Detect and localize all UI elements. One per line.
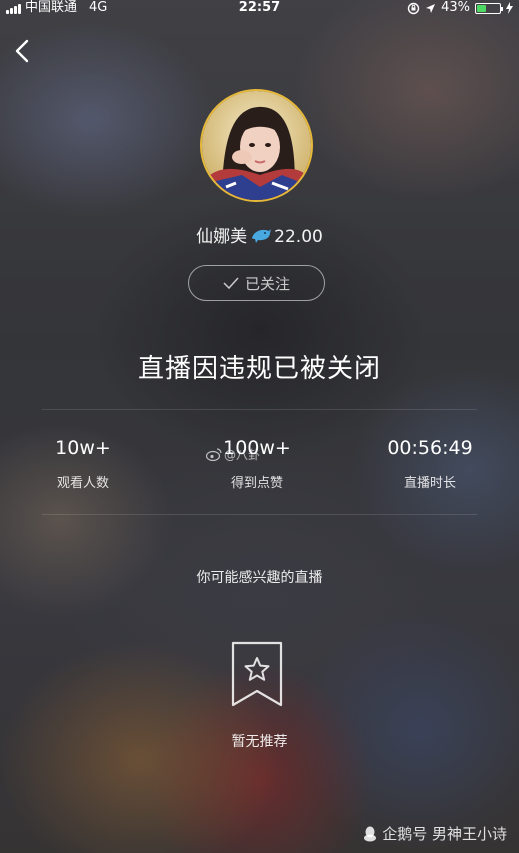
no-recommendation-text: 暂无推荐 — [231, 734, 288, 750]
divider-bottom — [42, 514, 477, 515]
avatar[interactable] — [200, 89, 313, 202]
stat-label: 观看人数 — [56, 476, 109, 491]
weibo-icon — [206, 448, 222, 461]
live-closed-title: 直播因违规已被关闭 — [137, 354, 381, 384]
weibo-watermark: @八卦 — [206, 446, 260, 463]
battery-icon — [475, 2, 503, 14]
charging-icon — [506, 2, 513, 14]
follow-label: 已关注 — [244, 274, 290, 293]
stat-value: 00:56:49 — [387, 437, 473, 459]
weibo-watermark-text: @八卦 — [224, 448, 261, 462]
footer-watermark-text: 企鹅号 男神王小诗 — [382, 825, 507, 843]
streamer-name: 仙娜美 — [196, 227, 248, 247]
qq-penguin-icon — [364, 826, 377, 841]
chevron-left-icon — [15, 39, 29, 63]
status-right: 43% — [407, 0, 513, 16]
battery-fill — [477, 4, 486, 12]
divider-top — [42, 409, 477, 410]
battery-percent: 43% — [441, 0, 470, 15]
bookmark-star-icon — [231, 641, 283, 707]
stat-label: 得到点赞 — [230, 476, 283, 491]
recommend-title: 你可能感兴趣的直播 — [196, 570, 323, 586]
orientation-lock-icon — [407, 2, 420, 14]
penguin-watermark: 企鹅号 男神王小诗 — [363, 823, 507, 844]
dolphin-icon — [252, 229, 272, 243]
streamer-score: 22.00 — [274, 227, 323, 247]
stat-viewers: 10w+ 观看人数 — [18, 437, 148, 491]
stat-label: 直播时长 — [403, 476, 456, 491]
streamer-name-row: 仙娜美 22.00 — [0, 222, 519, 247]
stat-value: 10w+ — [55, 437, 111, 459]
status-bar: 中国联通 4G 22:57 43% — [0, 0, 519, 16]
follow-button[interactable]: 已关注 — [188, 265, 325, 301]
back-button[interactable] — [10, 36, 36, 66]
stat-duration: 00:56:49 直播时长 — [365, 437, 495, 491]
avatar-image — [202, 91, 311, 200]
check-icon — [223, 277, 239, 289]
location-icon — [426, 3, 436, 13]
